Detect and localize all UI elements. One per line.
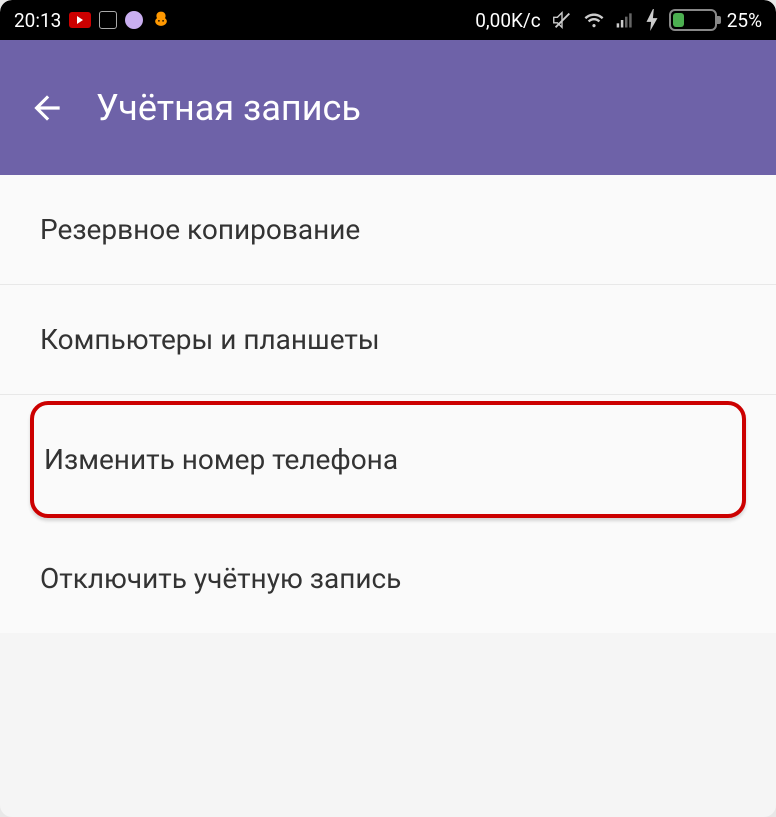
status-right: 0,00K/c 25%	[475, 9, 762, 32]
battery-icon	[669, 9, 717, 31]
phone-screen: 20:13 0,00K/c 25%	[0, 0, 776, 817]
settings-list: Резервное копирование Компьютеры и планш…	[0, 175, 776, 633]
settings-item-label: Отключить учётную запись	[40, 562, 401, 595]
settings-item-computers-tablets[interactable]: Компьютеры и планшеты	[0, 285, 776, 395]
status-left: 20:13	[14, 9, 171, 32]
data-speed: 0,00K/c	[475, 9, 540, 32]
status-time: 20:13	[14, 9, 61, 32]
youtube-icon	[69, 12, 91, 28]
back-button[interactable]	[28, 89, 66, 127]
app-icon-2	[125, 11, 143, 29]
app-icon-3	[151, 10, 171, 30]
app-bar: Учётная запись	[0, 40, 776, 175]
settings-item-label: Изменить номер телефона	[44, 443, 398, 476]
status-bar: 20:13 0,00K/c 25%	[0, 0, 776, 40]
settings-item-backup[interactable]: Резервное копирование	[0, 175, 776, 285]
page-title: Учётная запись	[96, 87, 361, 129]
charging-icon	[645, 9, 659, 31]
settings-item-label: Компьютеры и планшеты	[40, 323, 380, 356]
signal-icon	[615, 10, 635, 30]
volume-muted-icon	[551, 9, 573, 31]
wifi-icon	[583, 9, 605, 31]
settings-item-label: Резервное копирование	[40, 213, 360, 246]
battery-percent: 25%	[727, 9, 762, 32]
settings-item-change-phone-number[interactable]: Изменить номер телефона	[30, 401, 746, 518]
settings-item-deactivate-account[interactable]: Отключить учётную запись	[0, 524, 776, 633]
app-icon-1	[99, 11, 117, 29]
highlighted-container: Изменить номер телефона	[0, 401, 776, 518]
